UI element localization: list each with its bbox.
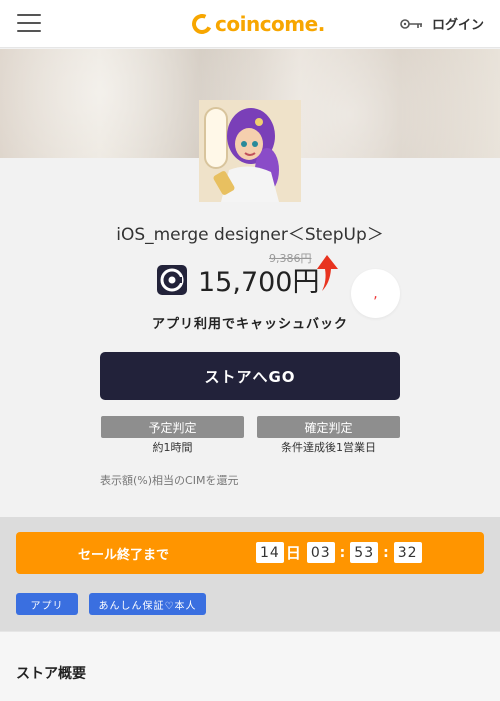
countdown-hours: 03: [306, 542, 335, 563]
cim-coin-icon: [157, 264, 187, 295]
offer-main-section: [0, 158, 500, 517]
countdown-separator: :: [339, 544, 346, 561]
site-header: coincome. ログイン: [0, 0, 500, 48]
tag-guarantee[interactable]: あんしん保証♡本人: [89, 593, 206, 615]
logo-text: coincome.: [215, 12, 325, 36]
app-icon-image: [199, 100, 301, 202]
go-to-store-button[interactable]: ストアへGO: [100, 352, 400, 400]
hamburger-menu-icon[interactable]: [17, 14, 41, 32]
tag-app[interactable]: アプリ: [16, 593, 78, 615]
reward-amount: 15,700円: [156, 260, 319, 299]
login-button[interactable]: ログイン: [400, 14, 484, 33]
countdown-separator: :: [383, 544, 389, 561]
favorite-button[interactable]: ,: [351, 269, 400, 318]
coin-logo-icon: [189, 11, 215, 37]
countdown-days: 14: [256, 542, 284, 563]
confirmed-judgement-badge: 確定判定: [257, 416, 400, 438]
reward-price: 15,700円: [198, 267, 320, 298]
cim-note: 表示額(%)相当のCIMを還元: [100, 474, 239, 487]
favorite-symbol: ,: [373, 285, 378, 302]
planned-judgement-badge: 予定判定: [101, 416, 244, 438]
countdown-minutes: 53: [350, 542, 379, 563]
planned-judgement-time: 約1時間: [152, 441, 193, 454]
countdown-timer: 14 日 03 : 53 : 32: [256, 542, 422, 563]
store-overview-title: ストア概要: [16, 666, 86, 682]
app-title: iOS_merge designer＜StepUp＞: [116, 225, 384, 245]
cashback-caption: アプリ利用でキャッシュバック: [151, 317, 348, 332]
sale-label: セール終了まで: [78, 547, 170, 563]
countdown-day-unit: 日: [285, 544, 301, 562]
login-label: ログイン: [431, 18, 484, 33]
confirmed-judgement-time: 条件達成後1営業日: [281, 441, 376, 454]
key-icon: [400, 18, 422, 29]
countdown-seconds: 32: [393, 542, 422, 563]
coincome-logo[interactable]: coincome.: [189, 11, 325, 37]
sale-countdown-bar: セール終了まで 14 日 03 : 53 : 32: [16, 532, 484, 574]
arrow-up-icon: [317, 255, 338, 291]
